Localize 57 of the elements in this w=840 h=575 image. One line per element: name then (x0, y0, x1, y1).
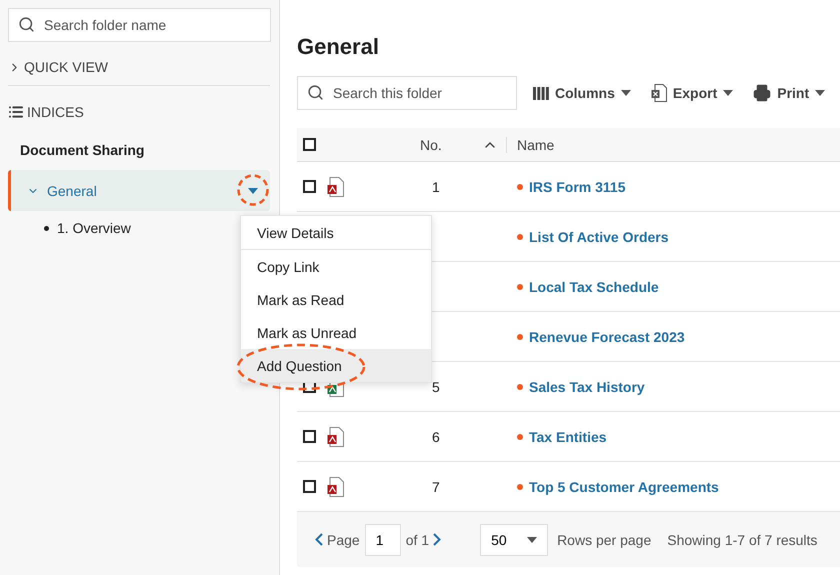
page-number-field[interactable]: 1 (364, 524, 401, 556)
page-title: General (297, 34, 380, 60)
table-cell-text: 5 (431, 378, 440, 394)
menu-item[interactable]: Add Question (241, 349, 431, 382)
menu-item[interactable]: View Details (241, 216, 431, 250)
caret-icon (248, 188, 258, 194)
printer-icon (753, 84, 772, 102)
folder-search-field[interactable]: Search folder name (8, 8, 271, 42)
chevron-right-icon (433, 533, 442, 546)
caret-icon (527, 536, 538, 542)
list-icon (8, 104, 24, 120)
columns-icon (533, 86, 549, 100)
column-header[interactable]: Name (507, 136, 840, 152)
menu-item[interactable]: Copy Link (241, 250, 431, 283)
pdf-file-icon (327, 176, 344, 196)
tree-title: Document Sharing (19, 142, 146, 158)
pdf-file-icon (327, 476, 344, 496)
caret-icon (723, 90, 734, 96)
column-header[interactable]: No. (420, 136, 442, 152)
document-link[interactable]: Renevue Forecast 2023 (507, 328, 840, 344)
indices-heading: INDICES (27, 104, 84, 120)
page-count: of 1 (406, 532, 430, 548)
search-icon (18, 16, 35, 33)
rows-per-page-label: Rows per page (557, 532, 652, 548)
folder-search-field[interactable]: Search this folder (297, 76, 517, 110)
page-label: Page (327, 532, 360, 548)
results-summary: Showing 1-7 of 7 results (667, 532, 818, 548)
row-checkbox[interactable] (303, 480, 316, 493)
pdf-file-icon (327, 426, 344, 446)
bullet-icon (44, 226, 49, 230)
rows-per-page-select[interactable]: 50 (480, 524, 548, 556)
table-cell-text: 6 (431, 428, 440, 444)
menu-item[interactable]: Mark as Unread (241, 316, 431, 349)
row-checkbox[interactable] (303, 180, 316, 193)
document-link[interactable]: IRS Form 3115 (507, 178, 840, 194)
menu-item[interactable]: Mark as Read (241, 283, 431, 316)
document-link[interactable]: Top 5 Customer Agreements (507, 478, 840, 494)
row-checkbox[interactable] (303, 430, 316, 443)
folder-row[interactable]: General (8, 170, 270, 211)
document-link[interactable]: Local Tax Schedule (507, 278, 840, 294)
chevron-left-icon (315, 533, 323, 546)
print-button[interactable]: Print (749, 84, 830, 102)
table-cell-text: 1 (431, 178, 440, 194)
quick-view-toggle[interactable]: QUICK VIEW (8, 59, 108, 75)
spreadsheet-file-icon (650, 84, 667, 102)
document-link[interactable]: Tax Entities (507, 428, 840, 444)
columns-button[interactable]: Columns (529, 85, 635, 101)
folder-link[interactable]: General (27, 182, 242, 198)
export-button[interactable]: Export (646, 84, 738, 102)
tree-item[interactable]: 1. Overview (57, 220, 131, 236)
select-all-checkbox[interactable] (303, 138, 316, 151)
caret-icon (620, 90, 631, 96)
table-cell-text: 7 (431, 478, 440, 494)
caret-icon (815, 90, 826, 96)
search-icon (307, 84, 324, 101)
document-link[interactable]: List Of Active Orders (507, 228, 840, 244)
document-link[interactable]: Sales Tax History (507, 378, 840, 394)
